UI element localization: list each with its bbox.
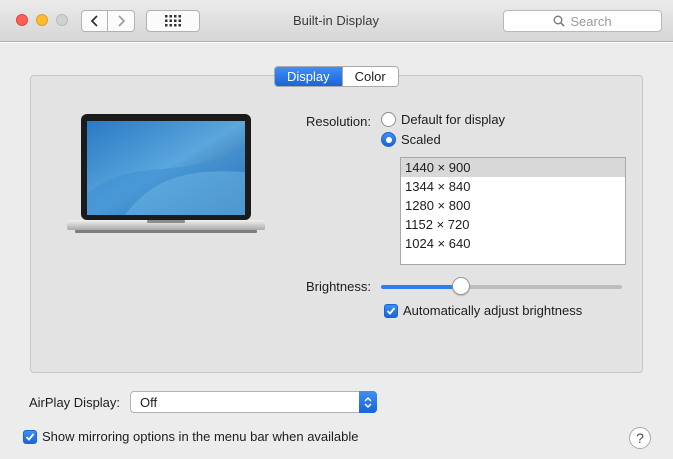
auto-brightness-label: Automatically adjust brightness (403, 303, 583, 318)
mirroring-checkbox[interactable] (23, 429, 37, 444)
title-bar: Built-in Display Search (0, 0, 673, 42)
auto-brightness-checkbox[interactable] (384, 303, 398, 318)
radio-scaled-label: Scaled (401, 132, 441, 147)
tab-color[interactable]: Color (341, 67, 398, 86)
resolution-item[interactable]: 1280 × 800 (401, 196, 625, 215)
laptop-illustration (67, 114, 265, 233)
grid-icon (165, 15, 181, 27)
popup-arrows-icon (359, 391, 377, 413)
navigation-buttons (81, 10, 136, 32)
resolution-list[interactable]: 1440 × 900 1344 × 840 1280 × 800 1152 × … (400, 157, 626, 265)
close-window-button[interactable] (16, 14, 28, 26)
mirroring-label: Show mirroring options in the menu bar w… (42, 429, 359, 444)
minimize-window-button[interactable] (36, 14, 48, 26)
preferences-content: Display Color Resolution: Default for di… (0, 43, 673, 459)
chevron-left-icon (90, 15, 98, 27)
window-title: Built-in Display (293, 13, 379, 28)
search-field[interactable]: Search (503, 10, 662, 32)
brightness-slider[interactable] (381, 285, 622, 289)
checkmark-icon (386, 306, 396, 315)
brightness-slider-fill (381, 285, 461, 289)
mirroring-option[interactable]: Show mirroring options in the menu bar w… (23, 429, 359, 444)
tab-control: Display Color (274, 66, 399, 87)
resolution-default-option[interactable]: Default for display (381, 112, 505, 127)
forward-button[interactable] (108, 10, 135, 32)
resolution-scaled-option[interactable]: Scaled (381, 132, 441, 147)
resolution-item[interactable]: 1440 × 900 (401, 158, 625, 177)
search-placeholder: Search (570, 13, 612, 29)
search-icon (553, 15, 565, 27)
resolution-item[interactable]: 1344 × 840 (401, 177, 625, 196)
back-button[interactable] (81, 10, 108, 32)
resolution-item[interactable]: 1024 × 640 (401, 234, 625, 253)
tab-display[interactable]: Display (275, 67, 342, 86)
brightness-label: Brightness: (305, 279, 371, 294)
resolution-label: Resolution: (305, 114, 371, 129)
chevron-right-icon (117, 15, 125, 27)
radio-scaled[interactable] (381, 132, 396, 147)
airplay-display-label: AirPlay Display: (29, 395, 121, 410)
show-all-button[interactable] (146, 10, 200, 32)
resolution-item[interactable]: 1152 × 720 (401, 215, 625, 234)
checkmark-icon (25, 432, 35, 441)
auto-brightness-option[interactable]: Automatically adjust brightness (384, 303, 582, 318)
zoom-window-button[interactable] (56, 14, 68, 26)
help-button[interactable]: ? (629, 427, 651, 449)
brightness-slider-thumb[interactable] (451, 277, 470, 295)
radio-default-label: Default for display (401, 112, 506, 127)
airplay-display-value: Off (140, 395, 158, 410)
airplay-display-popup[interactable]: Off (130, 391, 377, 413)
radio-default[interactable] (381, 112, 396, 127)
